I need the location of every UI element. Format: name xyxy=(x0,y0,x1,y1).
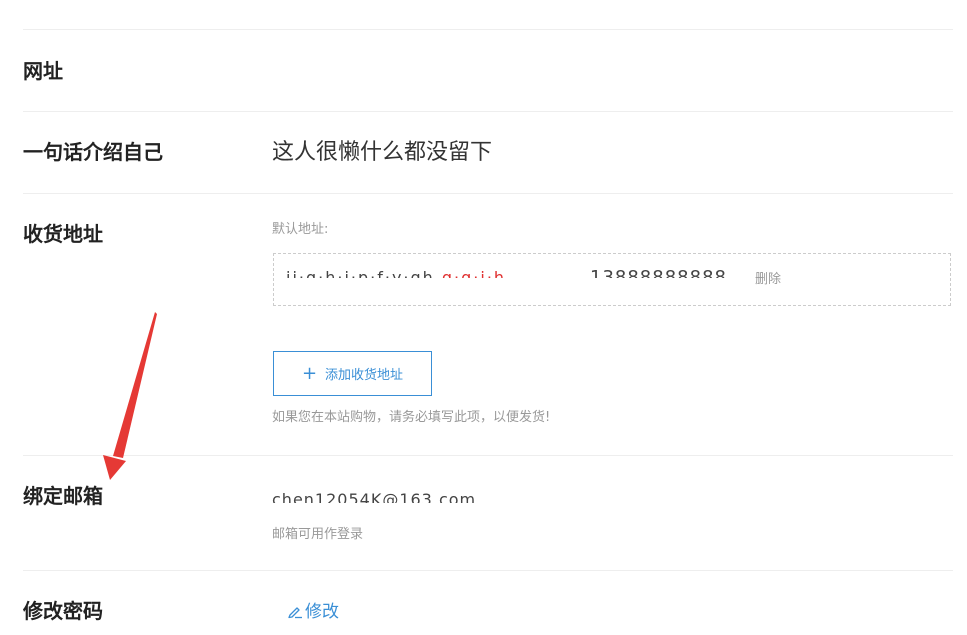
shipping-label: 收货地址 xyxy=(23,222,103,246)
address-text-highlight: g·g·i·h xyxy=(441,268,507,278)
delete-address-link[interactable]: 删除 xyxy=(755,271,781,289)
annotation-arrow-icon xyxy=(103,312,157,480)
divider-email xyxy=(23,570,953,571)
password-label: 修改密码 xyxy=(23,599,103,623)
divider-shipping xyxy=(23,455,953,456)
divider-top xyxy=(23,29,953,30)
email-value: chen12054K@163.com xyxy=(272,493,477,503)
address-text: ji·g·h·i·p·f·y·gh g·g·i·h xyxy=(286,268,506,278)
shipping-hint: 如果您在本站购物，请务必填写此项，以便发货! xyxy=(272,410,551,425)
edit-password-link[interactable]: 修改 xyxy=(287,600,339,624)
default-address-label: 默认地址: xyxy=(272,222,329,237)
divider-website xyxy=(23,111,953,112)
email-hint: 邮箱可用作登录 xyxy=(272,527,364,542)
add-address-label: 添加收货地址 xyxy=(325,368,404,383)
add-address-button[interactable]: + 添加收货地址 xyxy=(273,351,432,396)
pencil-icon xyxy=(288,607,302,619)
address-phone: 13888888888 xyxy=(590,268,727,278)
address-card[interactable]: ji·g·h·i·p·f·y·gh g·g·i·h 13888888888 删除 xyxy=(273,253,951,306)
plus-icon: + xyxy=(301,362,318,384)
address-text-main: ji·g·h·i·p·f·y·gh xyxy=(286,268,435,278)
bio-value[interactable]: 这人很懒什么都没留下 xyxy=(272,138,492,168)
divider-bio xyxy=(23,193,953,194)
website-label: 网址 xyxy=(23,59,63,83)
edit-password-label: 修改 xyxy=(305,602,339,622)
bio-label: 一句话介绍自己 xyxy=(23,140,163,164)
email-label: 绑定邮箱 xyxy=(23,484,103,508)
